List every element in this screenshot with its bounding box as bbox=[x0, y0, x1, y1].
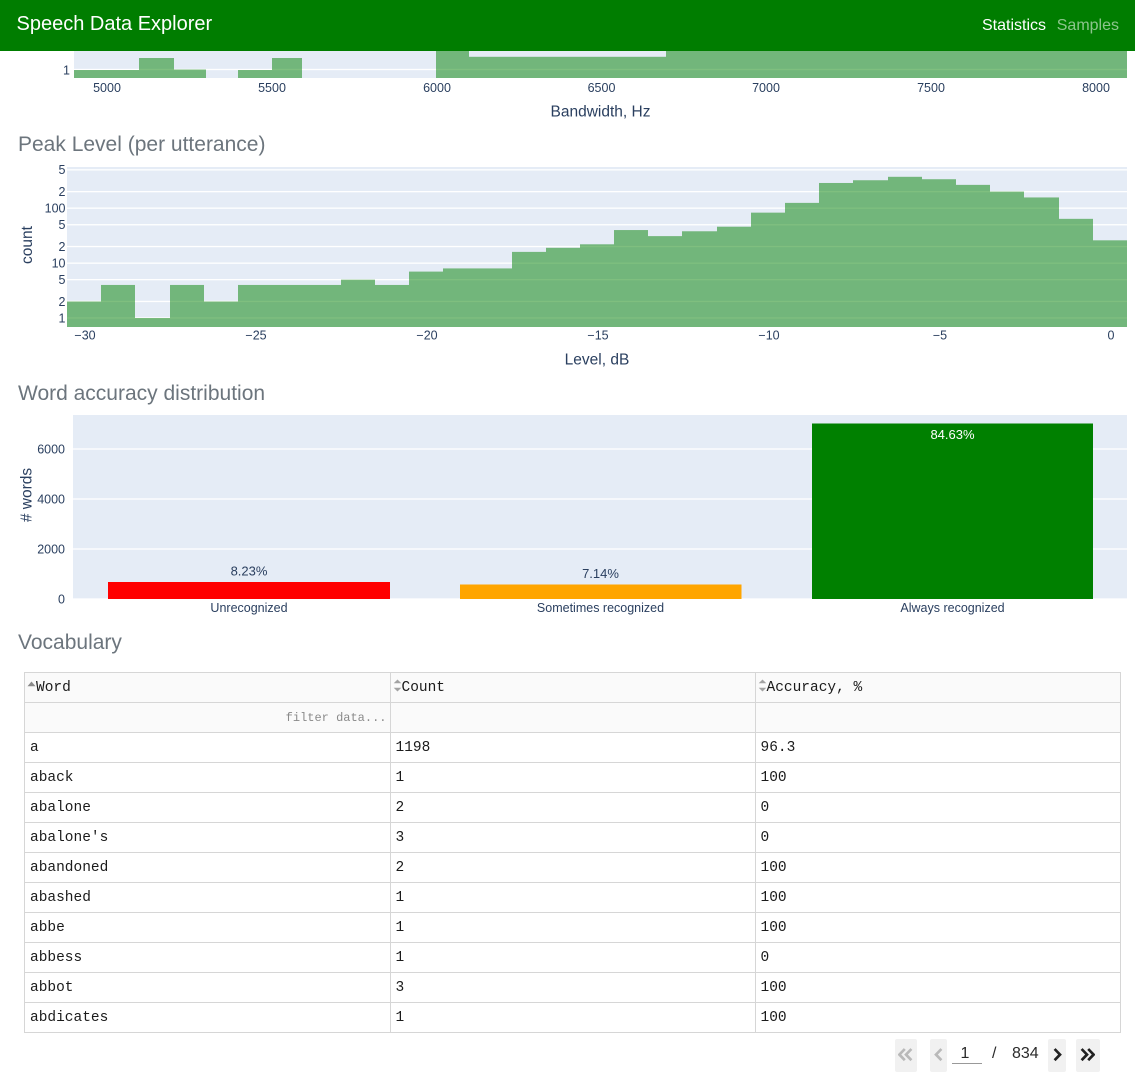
svg-text:# words: # words bbox=[19, 468, 36, 523]
svg-text:10: 10 bbox=[52, 256, 66, 270]
svg-text:100: 100 bbox=[45, 202, 66, 216]
svg-text:2000: 2000 bbox=[37, 542, 65, 556]
svg-text:Bandwidth, Hz: Bandwidth, Hz bbox=[551, 103, 651, 120]
svg-text:7000: 7000 bbox=[752, 81, 780, 95]
svg-text:−30: −30 bbox=[74, 328, 95, 342]
svg-text:2: 2 bbox=[59, 185, 66, 199]
svg-text:Unrecognized: Unrecognized bbox=[210, 601, 287, 615]
svg-text:5500: 5500 bbox=[258, 81, 286, 95]
svg-text:1: 1 bbox=[59, 311, 66, 325]
svg-text:0: 0 bbox=[58, 592, 65, 606]
svg-text:5: 5 bbox=[59, 163, 66, 177]
svg-text:6000: 6000 bbox=[37, 442, 65, 456]
svg-text:7.14%: 7.14% bbox=[582, 566, 619, 581]
svg-text:1: 1 bbox=[63, 63, 70, 77]
svg-text:84.63%: 84.63% bbox=[930, 427, 975, 442]
svg-text:−5: −5 bbox=[933, 328, 947, 342]
svg-text:7500: 7500 bbox=[917, 81, 945, 95]
svg-text:−25: −25 bbox=[245, 328, 266, 342]
svg-text:5: 5 bbox=[59, 273, 66, 287]
svg-text:−20: −20 bbox=[416, 328, 437, 342]
svg-text:8.23%: 8.23% bbox=[231, 563, 268, 578]
svg-text:0: 0 bbox=[1108, 328, 1115, 342]
svg-text:count: count bbox=[19, 225, 36, 264]
svg-text:Level, dB: Level, dB bbox=[565, 351, 630, 368]
svg-text:Sometimes recognized: Sometimes recognized bbox=[537, 601, 664, 615]
svg-text:6000: 6000 bbox=[423, 81, 451, 95]
svg-text:−15: −15 bbox=[587, 328, 608, 342]
svg-text:6500: 6500 bbox=[588, 81, 616, 95]
svg-text:4000: 4000 bbox=[37, 492, 65, 506]
svg-text:5: 5 bbox=[59, 218, 66, 232]
svg-text:−10: −10 bbox=[758, 328, 779, 342]
svg-text:2: 2 bbox=[59, 240, 66, 254]
svg-text:5000: 5000 bbox=[93, 81, 121, 95]
svg-text:Always recognized: Always recognized bbox=[900, 601, 1004, 615]
svg-text:8000: 8000 bbox=[1082, 81, 1110, 95]
svg-text:2: 2 bbox=[59, 295, 66, 309]
